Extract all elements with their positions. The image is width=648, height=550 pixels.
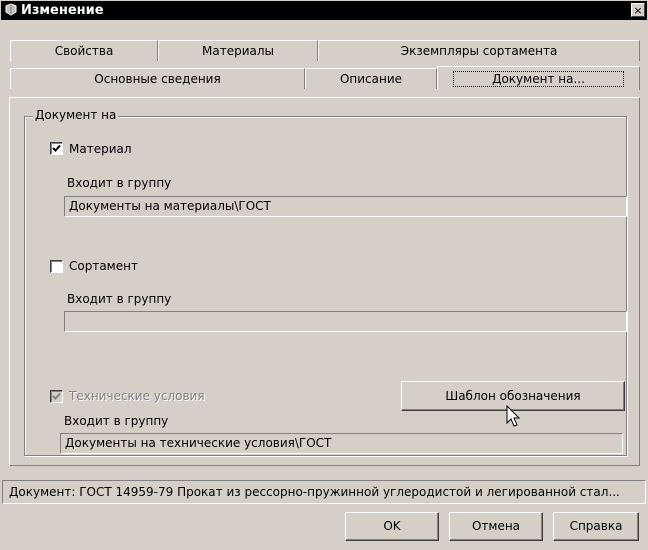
ok-button[interactable]: OK	[345, 512, 439, 541]
document-status: Документ: ГОСТ 14959-79 Прокат из рессор…	[2, 480, 646, 504]
material-group-field[interactable]: Документы на материалы\ГОСТ	[64, 196, 627, 217]
dialog-window: Изменение × Свойства Материалы Экземпляр…	[0, 0, 648, 550]
tab-materials[interactable]: Материалы	[158, 40, 318, 61]
app-icon	[5, 3, 17, 16]
tab-label: Описание	[339, 72, 403, 86]
tab-row-upper: Свойства Материалы Экземпляры сортамента	[10, 40, 640, 61]
close-button[interactable]: ×	[631, 3, 645, 17]
material-group-label: Входит в группу	[67, 176, 172, 190]
mouse-cursor-icon	[506, 405, 521, 427]
tech-group-label: Входит в группу	[64, 414, 169, 428]
sortament-checkbox[interactable]	[50, 260, 63, 273]
cancel-button[interactable]: Отмена	[449, 512, 543, 541]
tab-basic-info[interactable]: Основные сведения	[10, 68, 305, 89]
sortament-group-label: Входит в группу	[67, 292, 172, 306]
tab-label: Экземпляры сортамента	[400, 44, 558, 58]
tab-document-for[interactable]: Документ на...	[437, 66, 640, 90]
group-legend: Документ на	[33, 108, 119, 122]
material-checkbox[interactable]	[50, 142, 63, 155]
window-title: Изменение	[21, 3, 104, 18]
tab-description[interactable]: Описание	[305, 68, 437, 89]
help-button[interactable]: Справка	[553, 512, 639, 541]
checkmark-icon	[52, 392, 61, 400]
tab-label: Основные сведения	[94, 72, 221, 86]
tab-label: Документ на...	[453, 71, 624, 87]
tech-group-field[interactable]: Документы на технические условия\ГОСТ	[60, 433, 623, 454]
tab-properties[interactable]: Свойства	[10, 40, 158, 61]
tab-label: Свойства	[54, 44, 114, 58]
close-icon: ×	[633, 4, 643, 17]
tab-label: Материалы	[202, 44, 274, 58]
sortament-label: Сортамент	[69, 259, 138, 273]
tech-conditions-label: Технические условия	[69, 389, 205, 403]
material-label: Материал	[69, 142, 132, 156]
tech-conditions-checkbox[interactable]	[50, 390, 63, 403]
sortament-group-field[interactable]	[64, 311, 627, 332]
checkmark-icon	[52, 144, 61, 152]
tab-row-lower: Основные сведения Описание Документ на..…	[10, 66, 640, 90]
tab-sortament-instances[interactable]: Экземпляры сортамента	[318, 40, 640, 61]
title-bar[interactable]: Изменение ×	[1, 1, 647, 20]
